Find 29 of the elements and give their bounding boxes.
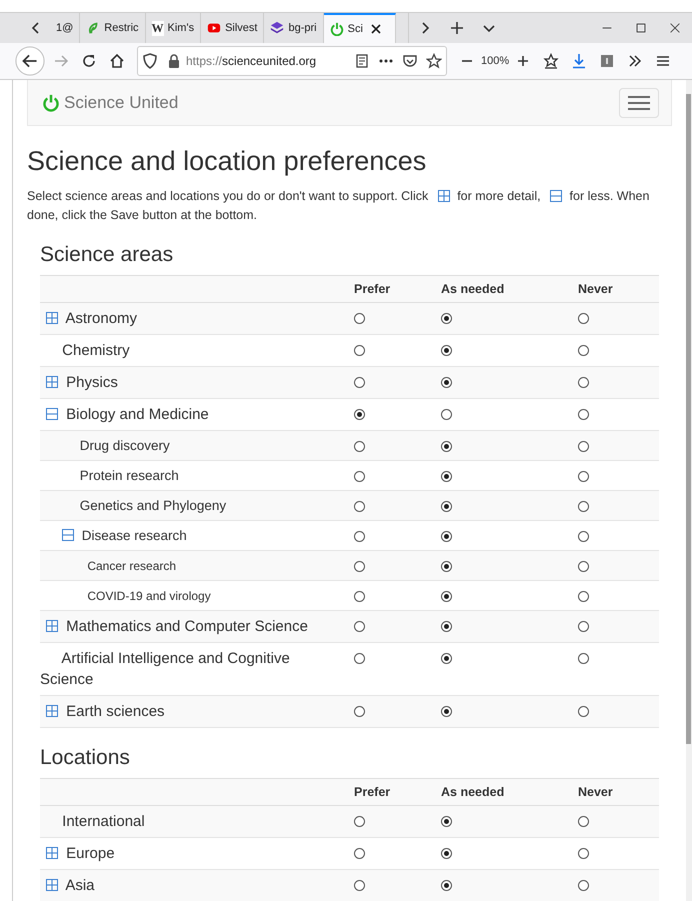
row-label: Disease research (82, 528, 187, 542)
zoom-level[interactable]: 100% (481, 55, 510, 67)
row-label: Cancer research (87, 558, 176, 572)
row-label: Artificial Intelligence and Cognitive Science (40, 650, 290, 688)
row-label: Mathematics and Computer Science (66, 618, 308, 635)
section-heading: Science areas (40, 243, 174, 267)
row-label: International (62, 813, 145, 830)
brand-link[interactable]: Science United (64, 92, 178, 112)
url-text: https://scienceunited.org (186, 54, 318, 68)
row-label: Europe (66, 845, 115, 862)
row-label: Biology and Medicine (66, 406, 209, 423)
intro-text: for less. When (570, 189, 650, 203)
page-title: Science and location preferences (27, 146, 428, 177)
wikipedia-icon: W (152, 20, 164, 36)
row-label: Astronomy (65, 310, 138, 327)
row-label: Drug discovery (80, 438, 170, 452)
browser-tab[interactable]: Sci (324, 13, 396, 43)
row-label: Chemistry (62, 342, 130, 359)
intro-text: for more detail, (457, 189, 541, 203)
row-label: Asia (65, 877, 95, 894)
intro-text: Select science areas and locations you do or don't want to support. Click (27, 189, 428, 203)
row-label: Protein research (80, 468, 179, 482)
row-label: COVID-19 and virology (87, 588, 211, 602)
intro-text: done, click the Save button at the bottom. (27, 208, 258, 222)
row-label: Earth sciences (66, 703, 165, 720)
row-label: Genetics and Phylogeny (80, 498, 226, 512)
address-bar[interactable]: https://scienceunited.org (137, 46, 447, 76)
row-label: Physics (66, 374, 118, 391)
section-heading: Locations (40, 746, 131, 770)
